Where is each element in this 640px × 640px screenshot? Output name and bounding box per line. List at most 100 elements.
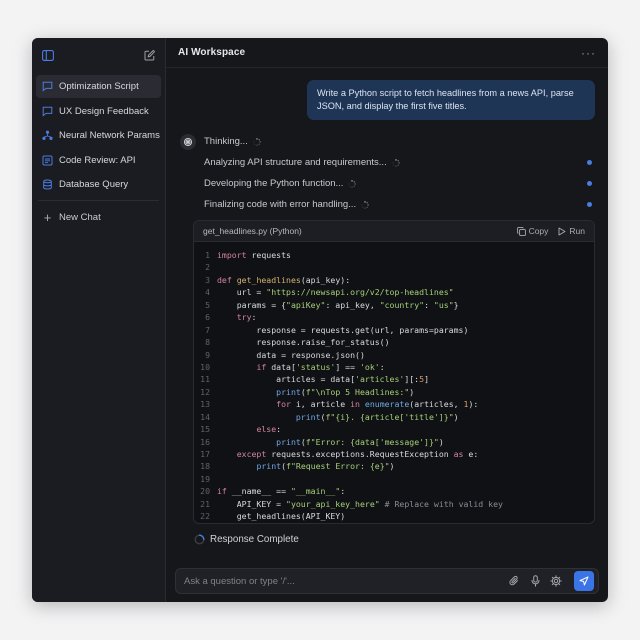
code-text: params = {"apiKey": api_key, "country": … [217,299,459,310]
code-text: response.raise_for_status() [217,337,390,348]
sidebar-toggle-icon[interactable] [42,48,54,66]
code-block-header: get_headlines.py (Python) Copy Run [194,221,594,242]
code-text: print(f"{i}. {article['title']}") [295,411,459,422]
code-text: print(f"Error: {data['message']}") [276,436,444,447]
send-button[interactable] [574,571,594,591]
sidebar-item-label: Database Query [59,179,129,190]
code-text: def get_headlines(api_key): [217,274,351,285]
user-message-bubble: Write a Python script to fetch headlines… [307,80,595,120]
new-chat-edit-icon[interactable] [144,48,155,66]
code-line: 4 url = "https://newsapi.org/v2/top-head… [194,286,594,298]
top-bar: AI Workspace ··· [166,38,608,68]
chat-input[interactable] [184,575,508,587]
more-options-icon[interactable]: ··· [581,46,596,60]
sidebar-item-label: Code Review: API [59,154,136,166]
plus-icon: + [43,210,52,225]
sidebar: Optimization Script UX Design Feedback N… [32,38,166,602]
code-text: url = "https://newsapi.org/v2/top-headli… [217,287,454,298]
code-line: 7 response = requests.get(url, params=pa… [194,324,594,336]
code-block: get_headlines.py (Python) Copy Run 1 impo… [193,220,595,524]
new-chat-label: New Chat [59,212,101,223]
code-text: if __name__ == "__main__": [217,486,346,497]
line-number: 2 [205,262,210,273]
code-line: 15 else: [194,423,594,435]
code-line: 14 print(f"{i}. {article['title']}") [194,411,594,423]
code-line: 12 print(f"\nTop 5 Headlines:") [194,386,594,398]
code-line: 5 params = {"apiKey": api_key, "country"… [194,299,594,311]
spinner-icon [361,200,369,209]
code-text: get_headlines(API_KEY) [217,511,346,522]
line-number: 1 [205,250,210,260]
code-actions: Copy Run [516,226,585,236]
thinking-label: Thinking... [204,136,248,147]
reasoning-step: Analyzing API structure and requirements… [204,157,400,168]
microphone-icon[interactable] [529,575,541,587]
assistant-avatar-icon [180,134,196,150]
code-line: 18 print(f"Request Error: {e}") [194,460,594,472]
send-icon [579,576,589,586]
spinner-icon [348,179,357,188]
run-label: Run [569,226,585,236]
line-number: 9 [205,349,210,360]
line-number: 19 [200,473,210,484]
line-number: 17 [200,449,210,459]
line-number: 6 [205,312,210,323]
sidebar-item-label: Optimization Script [59,81,139,92]
code-text: print(f"\nTop 5 Headlines:") [276,386,415,397]
code-text: articles = data['articles'][:5] [217,374,429,385]
page-title: AI Workspace [178,47,246,58]
attach-icon[interactable] [508,575,520,587]
copy-button[interactable]: Copy [516,226,549,236]
run-button[interactable]: Run [558,226,585,236]
network-icon [42,130,53,140]
loading-ring-icon [194,534,205,545]
line-number: 13 [200,399,210,410]
new-chat-button[interactable]: + New Chat [36,206,161,229]
code-line: 22 get_headlines(API_KEY) [194,510,594,522]
code-content: 1 import requests 2 3 def get_headlines(api_… [194,242,594,523]
line-number: 14 [200,411,210,422]
spinner-icon [253,137,261,146]
reasoning-step: Developing the Python function... [204,178,357,189]
code-text: import requests [217,250,291,260]
code-line: 8 response.raise_for_status() [194,336,594,348]
response-status: Response Complete [194,534,299,545]
step-status-dot [587,181,592,186]
database-icon [43,179,52,190]
sidebar-item-neural-network-params[interactable]: Neural Network Params [36,124,161,147]
code-line: 20 if __name__ == "__main__": [194,485,594,497]
sidebar-item-optimization-script[interactable]: Optimization Script [36,75,161,98]
sidebar-item-ux-design-feedback[interactable]: UX Design Feedback [36,100,161,123]
code-text: API_KEY = "your_api_key_here" # Replace … [217,498,503,509]
line-number: 12 [200,386,210,397]
code-text: response = requests.get(url, params=para… [217,324,469,335]
code-text: if data['status'] == 'ok': [256,361,385,372]
thinking-status: Thinking... [204,136,261,147]
line-number: 8 [205,337,210,348]
line-number: 21 [200,498,210,509]
app-window: Optimization Script UX Design Feedback N… [32,38,608,602]
copy-icon [516,226,526,236]
line-number: 11 [200,374,210,385]
code-text: except requests.exceptions.RequestExcept… [236,449,479,459]
code-line: 9 data = response.json() [194,349,594,361]
code-line: 3 def get_headlines(api_key): [194,274,594,286]
sidebar-item-code-review-api[interactable]: Code Review: API [36,149,161,172]
code-line: 10 if data['status'] == 'ok': [194,361,594,373]
code-line: 16 print(f"Error: {data['message']}") [194,436,594,448]
code-doc-icon [42,155,53,165]
step-label: Developing the Python function... [204,178,344,189]
sidebar-header [36,44,161,70]
copy-label: Copy [528,226,549,236]
step-label: Finalizing code with error handling... [204,199,357,210]
line-number: 4 [205,287,210,298]
sidebar-item-label: UX Design Feedback [59,105,149,117]
chat-bubble-icon [42,106,53,117]
step-label: Analyzing API structure and requirements… [204,157,387,168]
sidebar-item-database-query[interactable]: Database Query [36,173,161,196]
step-status-dot [587,160,592,165]
chat-input-bar [175,568,599,594]
settings-gear-icon[interactable] [550,575,562,587]
step-status-dot [587,202,592,207]
code-line: 21 API_KEY = "your_api_key_here" # Repla… [194,498,594,510]
